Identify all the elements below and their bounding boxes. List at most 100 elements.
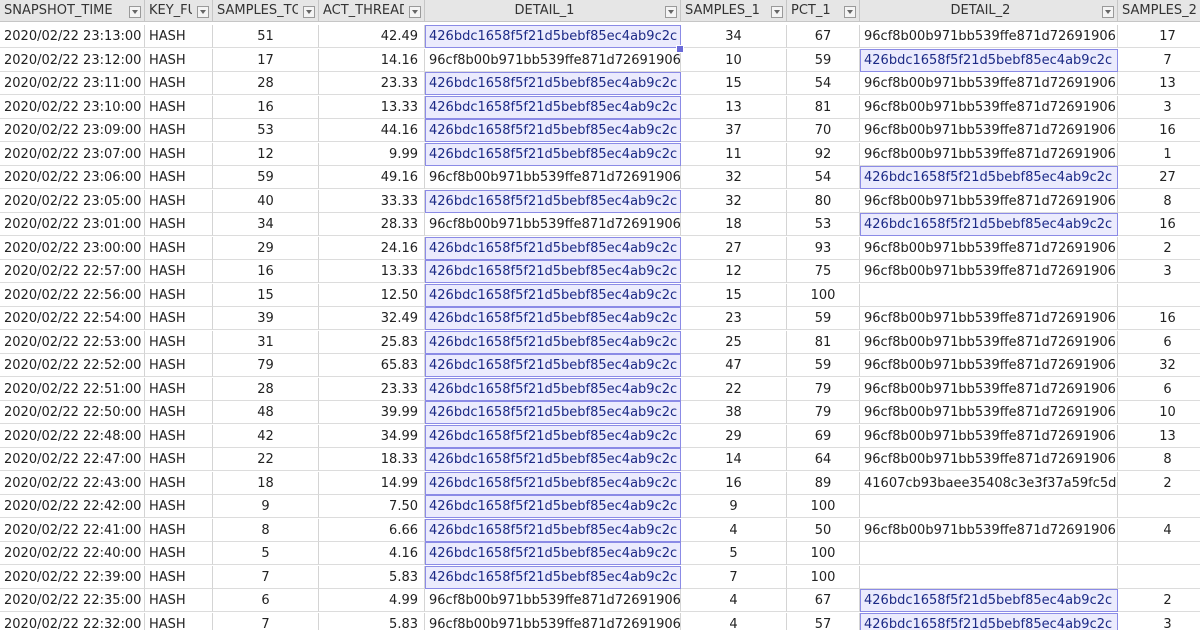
- table-cell-detail-2[interactable]: 96cf8b00b971bb539ffe871d72691906: [860, 331, 1118, 354]
- table-cell-samples-2[interactable]: 3: [1118, 260, 1200, 283]
- table-cell-snapshot-time[interactable]: 2020/02/22 23:01:00: [0, 213, 145, 236]
- table-cell-act-thread[interactable]: 5.83: [319, 566, 425, 589]
- table-cell-detail-2[interactable]: 426bdc1658f5f21d5bebf85ec4ab9c2c: [860, 166, 1118, 189]
- table-cell-samples-1[interactable]: 47: [681, 354, 787, 377]
- table-cell-samples-t[interactable]: 7: [213, 566, 319, 589]
- column-header-key-f[interactable]: KEY_FU: [145, 0, 213, 21]
- fill-handle[interactable]: [676, 45, 684, 53]
- table-cell-detail-2[interactable]: [860, 495, 1118, 518]
- table-cell-key-f[interactable]: HASH: [145, 237, 213, 260]
- table-cell-samples-1[interactable]: 12: [681, 260, 787, 283]
- table-cell-samples-1[interactable]: 7: [681, 566, 787, 589]
- table-cell-samples-t[interactable]: 15: [213, 284, 319, 307]
- table-cell-samples-2[interactable]: 8: [1118, 448, 1200, 471]
- table-cell-detail-1[interactable]: 426bdc1658f5f21d5bebf85ec4ab9c2c: [425, 472, 681, 495]
- table-cell-snapshot-time[interactable]: 2020/02/22 22:51:00: [0, 378, 145, 401]
- table-cell-detail-2[interactable]: 96cf8b00b971bb539ffe871d72691906: [860, 72, 1118, 95]
- table-cell-samples-t[interactable]: 12: [213, 143, 319, 166]
- table-cell-samples-t[interactable]: 16: [213, 260, 319, 283]
- table-cell-snapshot-time[interactable]: 2020/02/22 23:05:00: [0, 190, 145, 213]
- table-cell-samples-2[interactable]: 2: [1118, 472, 1200, 495]
- table-cell-samples-1[interactable]: 32: [681, 190, 787, 213]
- table-cell-pct-1[interactable]: 70: [787, 119, 860, 142]
- table-cell-detail-2[interactable]: 41607cb93baee35408c3e3f37a59fc5d: [860, 472, 1118, 495]
- table-cell-detail-2[interactable]: 96cf8b00b971bb539ffe871d72691906: [860, 354, 1118, 377]
- table-cell-samples-t[interactable]: 9: [213, 495, 319, 518]
- table-cell-samples-1[interactable]: 25: [681, 331, 787, 354]
- table-cell-snapshot-time[interactable]: 2020/02/22 22:56:00: [0, 284, 145, 307]
- table-cell-pct-1[interactable]: 100: [787, 542, 860, 565]
- table-cell-samples-1[interactable]: 13: [681, 96, 787, 119]
- table-cell-detail-1[interactable]: 426bdc1658f5f21d5bebf85ec4ab9c2c: [425, 331, 681, 354]
- table-cell-samples-1[interactable]: 14: [681, 448, 787, 471]
- filter-dropdown-icon[interactable]: [129, 6, 141, 18]
- table-cell-snapshot-time[interactable]: 2020/02/22 22:52:00: [0, 354, 145, 377]
- table-cell-samples-t[interactable]: 48: [213, 401, 319, 424]
- table-cell-samples-t[interactable]: 5: [213, 542, 319, 565]
- table-cell-detail-2[interactable]: 96cf8b00b971bb539ffe871d72691906: [860, 401, 1118, 424]
- table-cell-samples-t[interactable]: 28: [213, 378, 319, 401]
- table-cell-detail-1[interactable]: 426bdc1658f5f21d5bebf85ec4ab9c2c: [425, 96, 681, 119]
- column-header-act-thread[interactable]: ACT_THREAD: [319, 0, 425, 21]
- table-cell-act-thread[interactable]: 13.33: [319, 260, 425, 283]
- table-cell-act-thread[interactable]: 23.33: [319, 72, 425, 95]
- table-cell-pct-1[interactable]: 81: [787, 96, 860, 119]
- table-cell-pct-1[interactable]: 69: [787, 425, 860, 448]
- table-cell-detail-2[interactable]: 426bdc1658f5f21d5bebf85ec4ab9c2c: [860, 589, 1118, 612]
- table-cell-detail-1[interactable]: 426bdc1658f5f21d5bebf85ec4ab9c2c: [425, 378, 681, 401]
- table-cell-key-f[interactable]: HASH: [145, 472, 213, 495]
- filter-dropdown-icon[interactable]: [197, 6, 209, 18]
- table-cell-detail-2[interactable]: 96cf8b00b971bb539ffe871d72691906: [860, 96, 1118, 119]
- table-cell-detail-1[interactable]: 426bdc1658f5f21d5bebf85ec4ab9c2c: [425, 425, 681, 448]
- spreadsheet-grid[interactable]: SNAPSHOT_TIME KEY_FU SAMPLES_TO ACT_THREAD D…: [0, 0, 1200, 630]
- table-cell-detail-1[interactable]: 96cf8b00b971bb539ffe871d72691906: [425, 613, 681, 630]
- column-header-pct-1[interactable]: PCT_1: [787, 0, 860, 21]
- table-cell-pct-1[interactable]: 54: [787, 166, 860, 189]
- table-cell-pct-1[interactable]: 100: [787, 495, 860, 518]
- table-cell-detail-2[interactable]: [860, 566, 1118, 589]
- table-cell-samples-2[interactable]: 3: [1118, 613, 1200, 630]
- table-cell-key-f[interactable]: HASH: [145, 495, 213, 518]
- table-cell-samples-t[interactable]: 31: [213, 331, 319, 354]
- table-cell-samples-1[interactable]: 4: [681, 589, 787, 612]
- table-cell-pct-1[interactable]: 50: [787, 519, 860, 542]
- table-cell-detail-1[interactable]: 426bdc1658f5f21d5bebf85ec4ab9c2c: [425, 119, 681, 142]
- table-cell-samples-t[interactable]: 22: [213, 448, 319, 471]
- table-cell-samples-2[interactable]: [1118, 495, 1200, 518]
- table-cell-act-thread[interactable]: 14.16: [319, 49, 425, 72]
- column-header-samples-t[interactable]: SAMPLES_TO: [213, 0, 319, 21]
- table-cell-act-thread[interactable]: 42.49: [319, 25, 425, 48]
- table-cell-samples-1[interactable]: 18: [681, 213, 787, 236]
- table-cell-samples-2[interactable]: 2: [1118, 237, 1200, 260]
- table-cell-detail-1[interactable]: 426bdc1658f5f21d5bebf85ec4ab9c2c: [425, 284, 681, 307]
- column-header-detail-1[interactable]: DETAIL_1: [425, 0, 681, 21]
- table-cell-pct-1[interactable]: 93: [787, 237, 860, 260]
- table-cell-samples-t[interactable]: 51: [213, 25, 319, 48]
- table-cell-samples-2[interactable]: 16: [1118, 213, 1200, 236]
- table-cell-samples-1[interactable]: 10: [681, 49, 787, 72]
- table-cell-detail-2[interactable]: 96cf8b00b971bb539ffe871d72691906: [860, 260, 1118, 283]
- table-cell-detail-2[interactable]: 96cf8b00b971bb539ffe871d72691906: [860, 519, 1118, 542]
- table-cell-snapshot-time[interactable]: 2020/02/22 23:12:00: [0, 49, 145, 72]
- table-cell-key-f[interactable]: HASH: [145, 425, 213, 448]
- table-cell-act-thread[interactable]: 24.16: [319, 237, 425, 260]
- table-cell-detail-2[interactable]: 96cf8b00b971bb539ffe871d72691906: [860, 143, 1118, 166]
- table-cell-detail-1[interactable]: 426bdc1658f5f21d5bebf85ec4ab9c2c: [425, 72, 681, 95]
- table-cell-act-thread[interactable]: 25.83: [319, 331, 425, 354]
- table-cell-snapshot-time[interactable]: 2020/02/22 22:43:00: [0, 472, 145, 495]
- table-cell-samples-1[interactable]: 34: [681, 25, 787, 48]
- table-cell-snapshot-time[interactable]: 2020/02/22 22:35:00: [0, 589, 145, 612]
- filter-dropdown-icon[interactable]: [844, 6, 856, 18]
- table-cell-key-f[interactable]: HASH: [145, 519, 213, 542]
- table-cell-detail-1[interactable]: 426bdc1658f5f21d5bebf85ec4ab9c2c: [425, 401, 681, 424]
- table-cell-samples-1[interactable]: 5: [681, 542, 787, 565]
- table-cell-samples-2[interactable]: 1: [1118, 143, 1200, 166]
- table-cell-snapshot-time[interactable]: 2020/02/22 23:09:00: [0, 119, 145, 142]
- table-cell-samples-t[interactable]: 18: [213, 472, 319, 495]
- table-cell-detail-2[interactable]: [860, 284, 1118, 307]
- table-cell-pct-1[interactable]: 92: [787, 143, 860, 166]
- table-cell-act-thread[interactable]: 34.99: [319, 425, 425, 448]
- table-cell-samples-t[interactable]: 17: [213, 49, 319, 72]
- column-header-snapshot-time[interactable]: SNAPSHOT_TIME: [0, 0, 145, 21]
- table-cell-pct-1[interactable]: 67: [787, 25, 860, 48]
